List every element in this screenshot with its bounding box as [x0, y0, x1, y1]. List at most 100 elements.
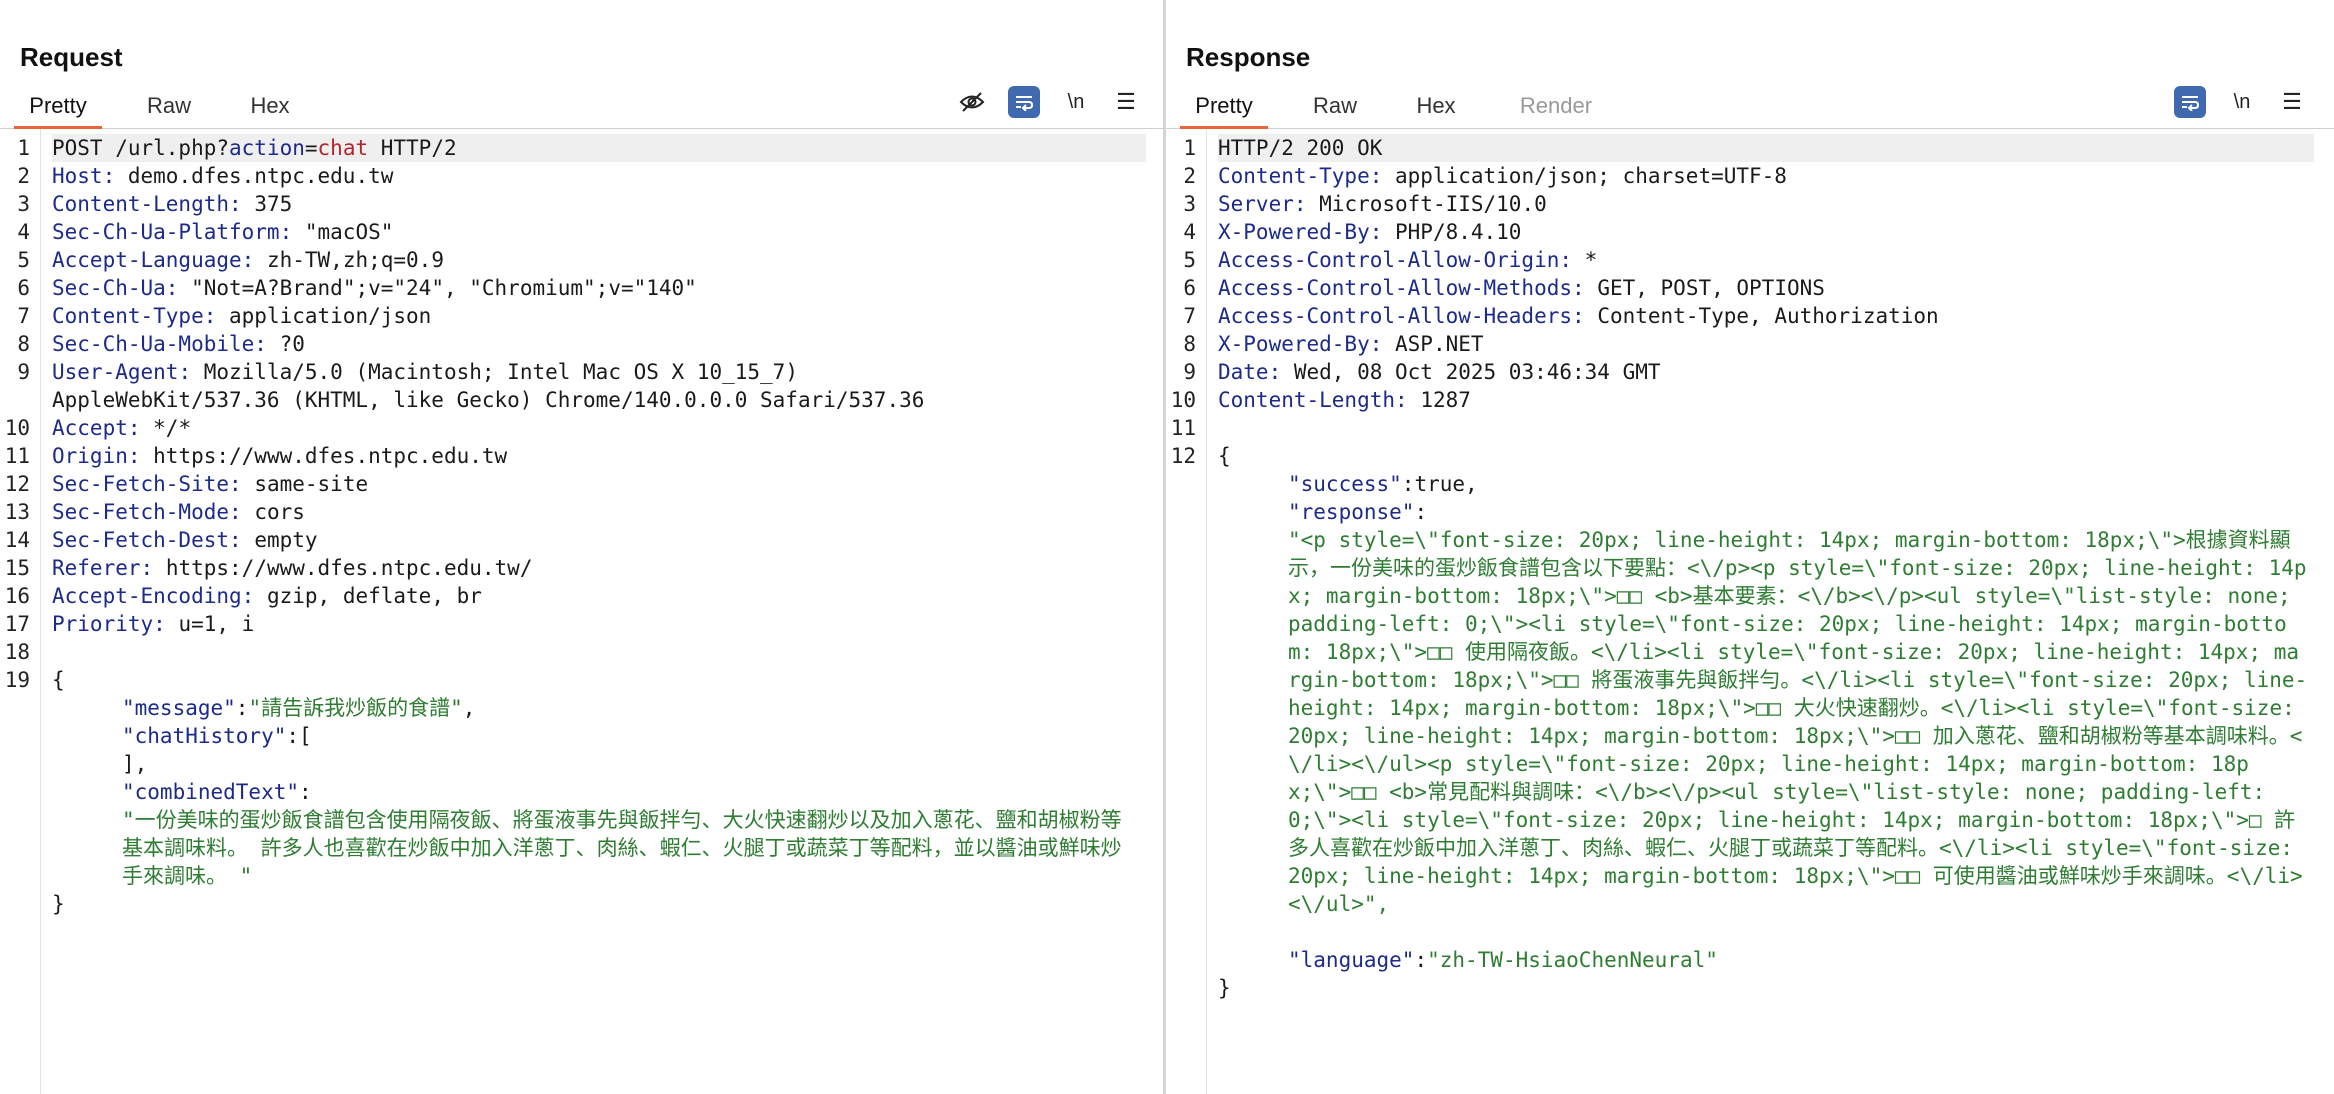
tab-pretty[interactable]: Pretty: [14, 86, 102, 129]
code-line: Access-Control-Allow-Methods: GET, POST,…: [1218, 274, 1825, 302]
header-value: *: [1572, 248, 1598, 272]
request-method: POST /url.php?: [52, 136, 230, 160]
header-key: Content-Length: [52, 192, 230, 216]
header-value: Mozilla/5.0 (Macintosh; Intel Mac OS X 1…: [191, 360, 798, 384]
json-colon: :: [286, 724, 300, 748]
header-value: ?0: [266, 332, 305, 356]
line-number: 18: [4, 640, 30, 664]
header-key: Content-Type: [52, 304, 204, 328]
wrap-icon[interactable]: [1008, 86, 1040, 118]
json-bracket: [: [299, 724, 312, 748]
json-key: "response": [1288, 500, 1415, 524]
header-value: https://www.dfes.ntpc.edu.tw: [140, 444, 508, 468]
line-number: 3: [17, 192, 30, 216]
line-number: 1: [1183, 136, 1196, 160]
request-pane: Request Pretty Raw Hex \n ☰ 1 POST /url.p…: [0, 0, 1164, 1094]
code-line: Content-Type: application/json; charset=…: [1218, 162, 1787, 190]
tab-hex[interactable]: Hex: [1406, 86, 1466, 126]
line-number: 3: [1183, 192, 1196, 216]
json-key: "combinedText": [122, 780, 300, 804]
code-line: AppleWebKit/537.36 (KHTML, like Gecko) C…: [52, 386, 924, 414]
newline-toggle[interactable]: \n: [2226, 86, 2258, 118]
line-number: 6: [17, 276, 30, 300]
header-key: X-Powered-By: [1218, 220, 1370, 244]
line-number: 11: [4, 444, 30, 468]
code-line: Date: Wed, 08 Oct 2025 03:46:34 GMT: [1218, 358, 1661, 386]
header-colon: :: [1395, 388, 1408, 412]
header-key: Sec-Ch-Ua-Platform: [52, 220, 280, 244]
line-number: 14: [4, 528, 30, 552]
line-number: 9: [17, 360, 30, 384]
header-colon: :: [1369, 220, 1383, 244]
json-colon: :: [235, 696, 249, 720]
header-colon: :: [241, 584, 255, 608]
line-number: 2: [17, 164, 30, 188]
tab-pretty[interactable]: Pretty: [1180, 86, 1268, 129]
tab-hex[interactable]: Hex: [240, 86, 300, 126]
code-line: Accept-Language: zh-TW,zh;q=0.9: [52, 246, 444, 274]
line-number: 16: [4, 584, 30, 608]
json-string: "<p style=\"font-size: 20px; line-height…: [1288, 528, 2308, 916]
code-line: X-Powered-By: PHP/8.4.10: [1218, 218, 1521, 246]
newline-toggle[interactable]: \n: [1060, 86, 1092, 118]
header-value: gzip, deflate, br: [254, 584, 482, 608]
code-line: Content-Type: application/json: [52, 302, 431, 330]
header-colon: :: [241, 248, 255, 272]
code-line: Referer: https://www.dfes.ntpc.edu.tw/: [52, 554, 532, 582]
code-line: Sec-Ch-Ua-Platform: "macOS": [52, 218, 393, 246]
tab-render[interactable]: Render: [1508, 86, 1604, 126]
code-line: "language":"zh-TW-HsiaoChenNeural": [1288, 946, 1718, 974]
header-colon: :: [165, 276, 179, 300]
code-line: {: [52, 666, 65, 694]
eye-off-icon[interactable]: [956, 86, 988, 118]
response-pane: Response Pretty Raw Hex Render \n ☰ 1 HTT…: [1166, 0, 2334, 1094]
code-line: Accept: */*: [52, 414, 191, 442]
line-number: 4: [1183, 220, 1196, 244]
request-tabs: Pretty Raw Hex: [0, 86, 1164, 129]
response-title: Response: [1186, 42, 1311, 72]
header-colon: :: [1268, 360, 1282, 384]
tab-raw[interactable]: Raw: [1300, 86, 1370, 126]
header-colon: :: [279, 220, 293, 244]
status-line: HTTP/2 200 OK: [1218, 136, 1383, 160]
query-value: chat: [317, 136, 369, 160]
header-value: application/json: [216, 304, 432, 328]
header-colon: :: [102, 164, 116, 188]
menu-icon[interactable]: ☰: [1110, 86, 1142, 118]
header-colon: :: [140, 556, 154, 580]
line-number: 12: [4, 472, 30, 496]
code-line: Sec-Fetch-Mode: cors: [52, 498, 305, 526]
code-line: Sec-Fetch-Site: same-site: [52, 470, 368, 498]
header-value: ASP.NET: [1382, 332, 1484, 356]
line-number: 10: [1170, 388, 1196, 412]
header-key: Sec-Fetch-Mode: [52, 500, 230, 524]
header-colon: :: [153, 612, 166, 636]
header-key: Priority: [52, 612, 154, 636]
tab-raw[interactable]: Raw: [134, 86, 204, 126]
code-line: HTTP/2 200 OK: [1218, 134, 2314, 162]
header-value: 375: [241, 192, 293, 216]
menu-icon[interactable]: ☰: [2276, 86, 2308, 118]
line-number: 12: [1170, 444, 1196, 468]
header-value: PHP/8.4.10: [1382, 220, 1522, 244]
header-colon: :: [229, 528, 242, 552]
code-line: Origin: https://www.dfes.ntpc.edu.tw: [52, 442, 507, 470]
json-string: "zh-TW-HsiaoChenNeural": [1427, 948, 1718, 972]
line-number: 5: [17, 248, 30, 272]
line-number: 15: [4, 556, 30, 580]
header-value: AppleWebKit/537.36 (KHTML, like Gecko) C…: [52, 388, 925, 412]
json-bool: true,: [1414, 472, 1478, 496]
header-value: 1287: [1407, 388, 1471, 412]
header-colon: :: [1369, 332, 1383, 356]
header-colon: :: [1572, 304, 1585, 328]
header-key: Sec-Ch-Ua-Mobile: [52, 332, 255, 356]
header-value: empty: [241, 528, 318, 552]
wrap-icon[interactable]: [2174, 86, 2206, 118]
header-value: cors: [241, 500, 305, 524]
json-comma: ,: [462, 696, 476, 720]
header-key: Host: [52, 164, 103, 188]
json-key: "language": [1288, 948, 1415, 972]
header-key: Sec-Fetch-Site: [52, 472, 230, 496]
request-title: Request: [20, 42, 123, 72]
header-key: Content-Length: [1218, 388, 1396, 412]
